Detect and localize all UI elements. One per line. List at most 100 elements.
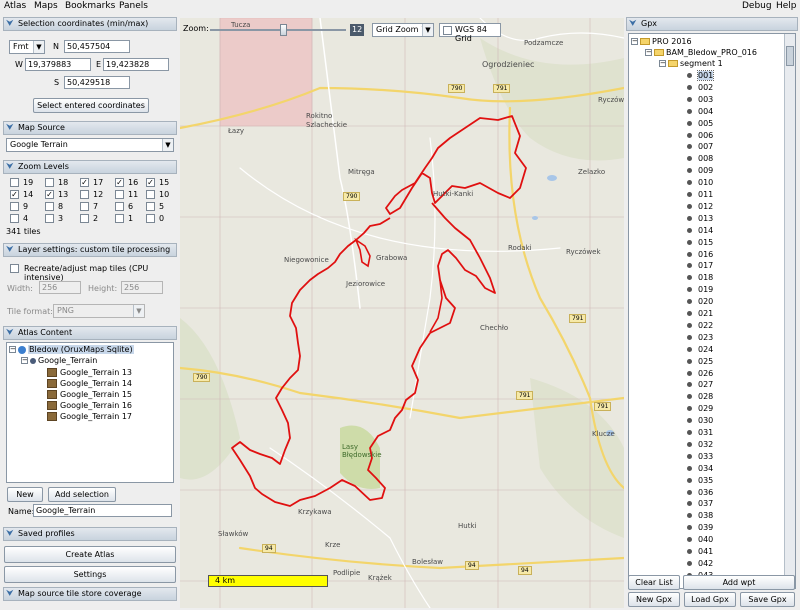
zoom-level-checkbox[interactable] [45, 214, 54, 223]
waypoint-item[interactable]: 007 [687, 142, 713, 151]
width-field[interactable]: 256 [39, 281, 81, 294]
new-atlas-button[interactable]: New [7, 487, 43, 502]
waypoint-item[interactable]: 010 [687, 178, 713, 187]
height-field[interactable]: 256 [121, 281, 163, 294]
north-field[interactable]: 50,457504 [64, 40, 130, 53]
menu-atlas[interactable]: Atlas [4, 1, 26, 11]
zoom-level-checkbox[interactable] [45, 178, 54, 187]
waypoint-item[interactable]: 030 [687, 416, 713, 425]
zoom-level-checkbox[interactable] [146, 214, 155, 223]
grid-zoom-select[interactable]: Grid Zoom 13 ▼ [372, 23, 434, 37]
zoom-slider-thumb[interactable] [280, 24, 287, 36]
waypoint-item[interactable]: 013 [687, 214, 713, 223]
new-gpx-button[interactable]: New Gpx [628, 592, 680, 607]
waypoint-item[interactable]: 018 [687, 273, 713, 282]
waypoint-item[interactable]: 017 [687, 261, 713, 270]
waypoint-item[interactable]: 027 [687, 380, 713, 389]
zoom-level-checkbox[interactable] [115, 214, 124, 223]
zoom-level-checkbox[interactable] [115, 202, 124, 211]
menu-help[interactable]: Help [776, 1, 797, 11]
layer-settings-header[interactable]: ⮟ Layer settings: custom tile processing [3, 243, 177, 257]
waypoint-item[interactable]: 025 [687, 357, 713, 366]
waypoint-item[interactable]: 041 [687, 547, 713, 556]
zoom-level-checkbox[interactable] [115, 190, 124, 199]
waypoint-item[interactable]: 014 [687, 226, 713, 235]
atlas-name-field[interactable]: Google_Terrain [33, 504, 172, 517]
waypoint-item[interactable]: 026 [687, 369, 713, 378]
menu-bookmarks[interactable]: Bookmarks [65, 1, 115, 11]
waypoint-item[interactable]: 034 [687, 464, 713, 473]
scrollbar-thumb[interactable] [786, 46, 794, 66]
waypoint-item[interactable]: 023 [687, 333, 713, 342]
settings-button[interactable]: Settings [4, 566, 176, 583]
waypoint-item[interactable]: 008 [687, 154, 713, 163]
selection-coordinates-header[interactable]: ⮟ Selection coordinates (min/max) [3, 17, 177, 31]
clear-list-button[interactable]: Clear List [628, 575, 680, 590]
waypoint-item[interactable]: 036 [687, 488, 713, 497]
waypoint-item[interactable]: 004 [687, 107, 713, 116]
waypoint-item[interactable]: 040 [687, 535, 713, 544]
waypoint-item[interactable]: 015 [687, 238, 713, 247]
gpx-segment-node[interactable]: − segment 1 [659, 59, 723, 68]
menu-panels[interactable]: Panels [119, 1, 148, 11]
load-gpx-button[interactable]: Load Gpx [684, 592, 736, 607]
atlas-map-item[interactable]: Google_Terrain 14 [47, 379, 132, 388]
gpx-scrollbar[interactable] [784, 34, 795, 588]
atlas-content-header[interactable]: ⮟ Atlas Content [3, 326, 177, 340]
waypoint-item[interactable]: 038 [687, 511, 713, 520]
west-field[interactable]: 19,379883 [25, 58, 91, 71]
atlas-root-node[interactable]: − Bledow (OruxMaps Sqlite) [9, 345, 134, 354]
map-source-select[interactable]: Google Terrain ▼ [6, 138, 174, 152]
gpx-file-node[interactable]: − BAM_Bledow_PRO_016 [645, 48, 757, 57]
recreate-tiles-checkbox[interactable] [10, 264, 19, 273]
waypoint-item[interactable]: 011 [687, 190, 713, 199]
zoom-level-checkbox[interactable] [80, 214, 89, 223]
tile-format-select[interactable]: PNG ▼ [53, 304, 145, 318]
waypoint-item[interactable]: 012 [687, 202, 713, 211]
waypoint-item[interactable]: 020 [687, 297, 713, 306]
waypoint-item[interactable]: 037 [687, 499, 713, 508]
zoom-level-checkbox[interactable]: ✓ [80, 178, 89, 187]
waypoint-item[interactable]: 042 [687, 559, 713, 568]
south-field[interactable]: 50,429518 [64, 76, 130, 89]
saved-profiles-header[interactable]: ⮟ Saved profiles [3, 527, 177, 541]
gpx-header[interactable]: ⮟ Gpx [626, 17, 798, 31]
zoom-level-checkbox[interactable] [10, 202, 19, 211]
zoom-level-checkbox[interactable]: ✓ [115, 178, 124, 187]
zoom-level-checkbox[interactable] [146, 190, 155, 199]
waypoint-item[interactable]: 028 [687, 392, 713, 401]
zoom-level-checkbox[interactable]: ✓ [10, 190, 19, 199]
waypoint-item[interactable]: 022 [687, 321, 713, 330]
tile-store-coverage-header[interactable]: ⮟ Map source tile store coverage [3, 587, 177, 601]
waypoint-item[interactable]: 031 [687, 428, 713, 437]
waypoint-item[interactable]: 033 [687, 452, 713, 461]
atlas-map-item[interactable]: Google_Terrain 13 [47, 368, 132, 377]
waypoint-item[interactable]: 009 [687, 166, 713, 175]
layer-node[interactable]: − Google_Terrain [21, 356, 97, 365]
wgs84-grid-toggle[interactable]: WGS 84 Grid [439, 23, 501, 43]
menu-maps[interactable]: Maps [34, 1, 58, 11]
zoom-levels-header[interactable]: ⮟ Zoom Levels [3, 160, 177, 174]
zoom-level-checkbox[interactable]: ✓ [146, 178, 155, 187]
save-gpx-button[interactable]: Save Gpx [740, 592, 795, 607]
waypoint-item[interactable]: 024 [687, 345, 713, 354]
waypoint-item[interactable]: 032 [687, 440, 713, 449]
zoom-level-checkbox[interactable] [10, 178, 19, 187]
gpx-root-node[interactable]: − PRO 2016 [631, 37, 692, 46]
zoom-level-checkbox[interactable] [80, 202, 89, 211]
zoom-level-checkbox[interactable] [80, 190, 89, 199]
waypoint-item[interactable]: 019 [687, 285, 713, 294]
atlas-content-tree[interactable]: − Bledow (OruxMaps Sqlite) − Google_Terrai… [6, 342, 174, 483]
zoom-level-checkbox[interactable]: ✓ [45, 190, 54, 199]
zoom-level-checkbox[interactable] [10, 214, 19, 223]
waypoint-item[interactable]: 016 [687, 250, 713, 259]
waypoint-item[interactable]: 002 [687, 83, 713, 92]
select-coordinates-button[interactable]: Select entered coordinates [33, 98, 149, 113]
map-source-header[interactable]: ⮟ Map Source [3, 121, 177, 135]
map-view[interactable]: Zoom: 12 Grid Zoom 13 ▼ WGS 84 Grid Tucz… [180, 18, 624, 608]
gpx-tree[interactable]: − PRO 2016 − BAM_Bledow_PRO_016 − segment 1… [628, 33, 796, 589]
east-field[interactable]: 19,423828 [103, 58, 169, 71]
waypoint-item[interactable]: 001 [687, 70, 715, 81]
atlas-map-item[interactable]: Google_Terrain 16 [47, 401, 132, 410]
waypoint-item[interactable]: 005 [687, 119, 713, 128]
